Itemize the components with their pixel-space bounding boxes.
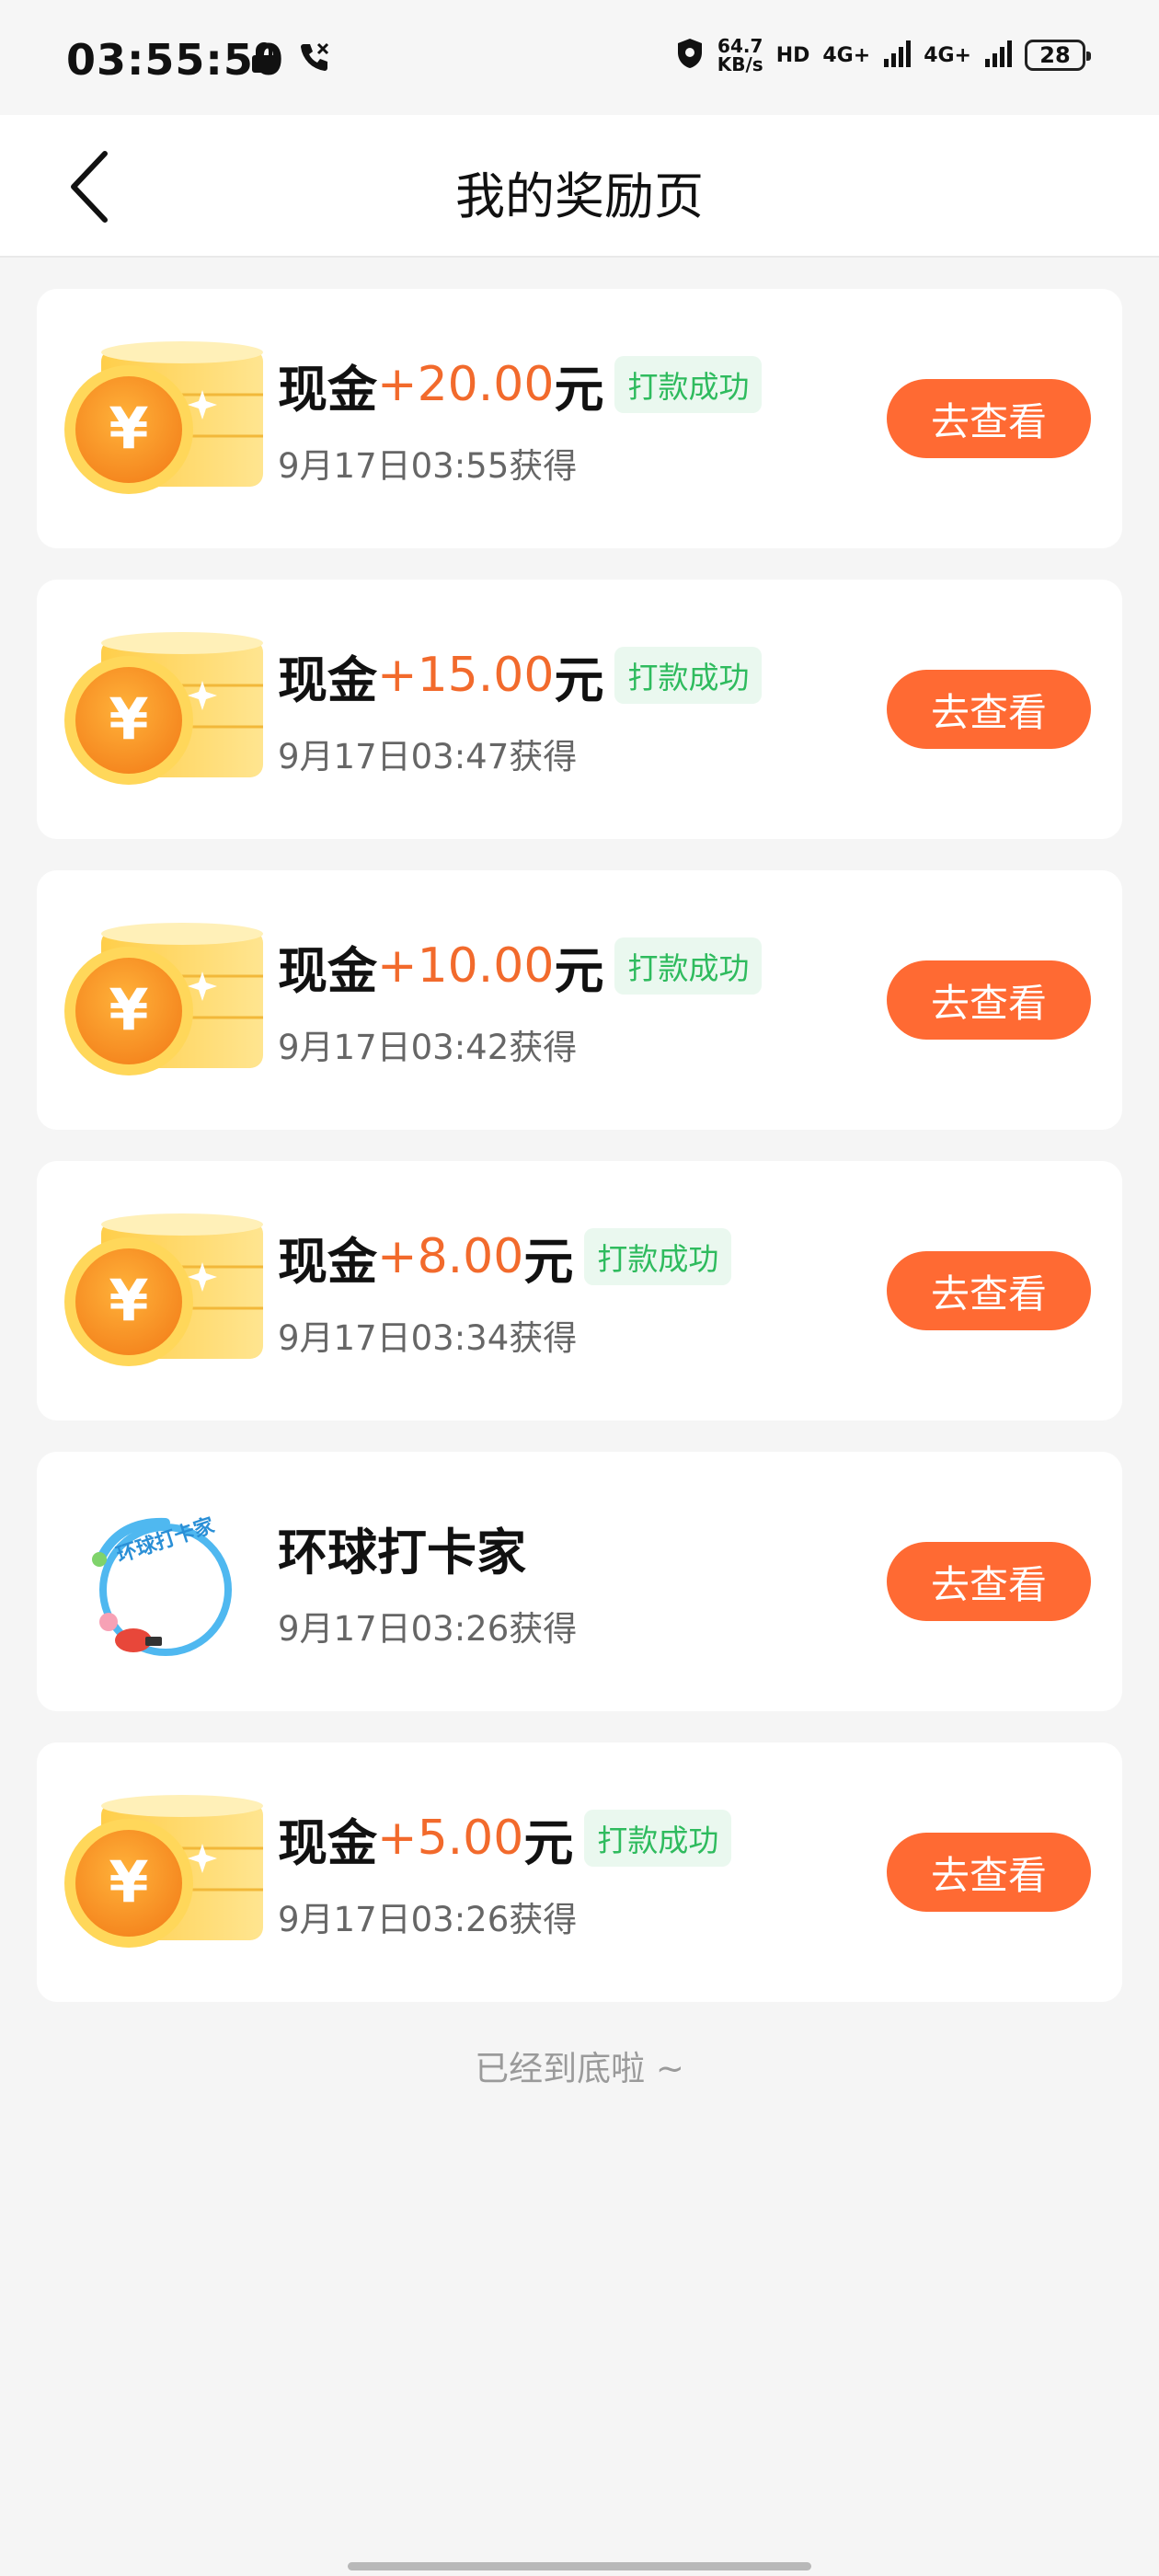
status-badge: 打款成功 [584, 1810, 732, 1867]
nav-header: 我的奖励页 [0, 115, 1159, 258]
svg-text:¥: ¥ [109, 1848, 148, 1915]
coin-stack-icon: ¥ [64, 341, 263, 494]
view-button[interactable]: 去查看 [887, 1542, 1091, 1621]
reward-unit: 元 [554, 941, 604, 1000]
reward-info: 环球打卡家 9月17日03:26获得 [278, 1514, 577, 1650]
reward-unit: 元 [554, 650, 604, 709]
reward-label: 现金 [278, 650, 377, 709]
status-badge: 打款成功 [614, 356, 763, 413]
signal-bars-icon [883, 39, 912, 72]
reward-amount: +8.00 [377, 1229, 524, 1284]
call-icon [296, 40, 331, 79]
page-title: 我的奖励页 [455, 167, 704, 225]
view-button[interactable]: 去查看 [887, 1833, 1091, 1912]
shield-icon [675, 37, 705, 74]
network-speed: 64.7 KB/s [717, 37, 763, 74]
status-badge: 打款成功 [614, 937, 763, 995]
view-button[interactable]: 去查看 [887, 670, 1091, 749]
view-button[interactable]: 去查看 [887, 960, 1091, 1040]
status-left-icons [250, 40, 331, 79]
svg-text:¥: ¥ [109, 685, 148, 753]
hd-icon: HD [775, 43, 810, 67]
svg-text:¥: ¥ [109, 1267, 148, 1334]
reward-label: 现金 [278, 1813, 377, 1872]
coin-stack-icon: ¥ [64, 1213, 263, 1366]
view-button[interactable]: 去查看 [887, 1251, 1091, 1330]
reward-time: 9月17日03:47获得 [278, 737, 578, 776]
reward-info: 现金 +15.00 元 打款成功 9月17日03:47获得 [278, 642, 763, 778]
reward-info: 现金 +20.00 元 打款成功 9月17日03:55获得 [278, 351, 763, 488]
reward-unit: 元 [523, 1813, 574, 1872]
reward-info: 现金 +10.00 元 打款成功 9月17日03:42获得 [278, 933, 763, 1069]
reward-list: ¥ 现金 +20.00 元 打款成功 9月17日03:55获得 去查看 ¥ 现金… [37, 289, 1122, 2033]
reward-time: 9月17日03:42获得 [278, 1028, 578, 1067]
reward-title-row: 现金 +8.00 元 打款成功 [278, 1224, 732, 1291]
network-speed-value: 64.7 [717, 35, 763, 57]
status-bar: 03:55:50 64.7 KB/s HD 4G+ 4G+ 28 [0, 0, 1159, 115]
end-of-list-text: 已经到底啦 ~ [475, 2049, 684, 2088]
battery-icon: 28 [1025, 40, 1091, 71]
reward-card: ¥ 现金 +15.00 元 打款成功 9月17日03:47获得 去查看 [37, 580, 1122, 839]
reward-card: ¥ 现金 +5.00 元 打款成功 9月17日03:26获得 去查看 [37, 1742, 1122, 2002]
reward-card: 环球打卡家 环球打卡家 9月17日03:26获得 去查看 [37, 1452, 1122, 1711]
coin-stack-icon: ¥ [64, 1795, 263, 1948]
reward-time: 9月17日03:26获得 [278, 1900, 578, 1939]
status-right-icons: 64.7 KB/s HD 4G+ 4G+ 28 [675, 37, 1091, 74]
reward-title-row: 现金 +10.00 元 打款成功 [278, 933, 763, 1000]
reward-card: ¥ 现金 +8.00 元 打款成功 9月17日03:34获得 去查看 [37, 1161, 1122, 1420]
reward-label: 现金 [278, 941, 377, 1000]
reward-card: ¥ 现金 +10.00 元 打款成功 9月17日03:42获得 去查看 [37, 870, 1122, 1130]
reward-time: 9月17日03:26获得 [278, 1609, 578, 1649]
svg-text:¥: ¥ [109, 976, 148, 1043]
home-indicator[interactable] [348, 2562, 811, 2570]
reward-label: 现金 [278, 1232, 377, 1291]
status-badge: 打款成功 [614, 647, 763, 704]
reward-time: 9月17日03:34获得 [278, 1318, 578, 1358]
reward-label: 环球打卡家 [278, 1523, 526, 1581]
reward-amount: +5.00 [377, 1811, 524, 1866]
reward-info: 现金 +5.00 元 打款成功 9月17日03:26获得 [278, 1805, 732, 1941]
battery-level: 28 [1039, 42, 1071, 68]
reward-amount: +20.00 [377, 357, 555, 412]
reward-unit: 元 [523, 1232, 574, 1291]
signal-label-1: 4G+ [822, 43, 871, 67]
status-badge: 打款成功 [584, 1228, 732, 1285]
signal-bars-icon [984, 39, 1012, 72]
reward-title-row: 现金 +20.00 元 打款成功 [278, 351, 763, 419]
globe-checkin-badge-icon: 环球打卡家 [92, 1513, 232, 1656]
reward-info: 现金 +8.00 元 打款成功 9月17日03:34获得 [278, 1224, 732, 1360]
network-speed-unit: KB/s [717, 53, 763, 75]
reward-label: 现金 [278, 360, 377, 419]
svg-text:¥: ¥ [109, 395, 148, 462]
reward-amount: +15.00 [377, 648, 555, 703]
reward-unit: 元 [554, 360, 604, 419]
lock-icon [250, 42, 278, 77]
reward-amount: +10.00 [377, 938, 555, 994]
view-button[interactable]: 去查看 [887, 379, 1091, 458]
reward-title-row: 环球打卡家 [278, 1514, 577, 1581]
coin-stack-icon: ¥ [64, 923, 263, 1075]
signal-label-2: 4G+ [924, 43, 971, 67]
reward-title-row: 现金 +15.00 元 打款成功 [278, 642, 763, 709]
coin-stack-icon: ¥ [64, 632, 263, 785]
reward-card: ¥ 现金 +20.00 元 打款成功 9月17日03:55获得 去查看 [37, 289, 1122, 548]
reward-time: 9月17日03:55获得 [278, 446, 578, 486]
reward-title-row: 现金 +5.00 元 打款成功 [278, 1805, 732, 1872]
